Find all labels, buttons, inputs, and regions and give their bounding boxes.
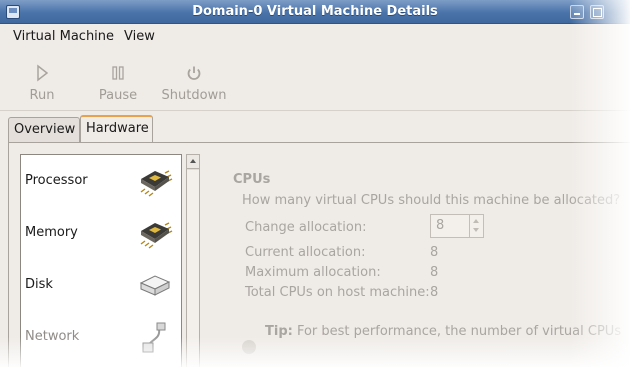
shutdown-button[interactable]: Shutdown [160,52,228,110]
tab-bar: Overview Hardware [0,113,630,143]
tip-label: Tip: [265,324,293,339]
tab-overview[interactable]: Overview [8,117,80,143]
hardware-item-network[interactable]: Network [21,311,181,363]
maximize-button[interactable] [590,5,604,19]
network-cable-icon [142,322,166,353]
vm-details-window: Domain-0 Virtual Machine Details Virtual… [0,0,630,367]
hardware-list-scrollbar[interactable] [186,154,200,367]
scrollbar-thumb[interactable] [187,170,199,367]
maximum-allocation-value: 8 [430,265,439,280]
hardware-item-label: Disk [25,277,53,292]
shutdown-label: Shutdown [161,88,227,103]
run-button[interactable]: Run [20,52,64,110]
total-cpus-label: Total CPUs on host machine: [245,285,430,300]
cpus-question: How many virtual CPUs should this machin… [242,193,621,208]
current-allocation-label: Current allocation: [245,245,366,260]
hardware-item-label: Memory [25,225,78,240]
current-allocation-value: 8 [430,245,439,260]
processor-chip-icon [140,170,173,197]
change-allocation-label: Change allocation: [245,220,367,235]
power-icon [187,66,201,80]
change-allocation-spinner[interactable]: 8 [430,214,484,238]
hardware-list[interactable]: Processor Memory Disk Network [20,154,182,367]
disk-drive-icon [139,275,171,296]
title-bar[interactable]: Domain-0 Virtual Machine Details [0,0,630,24]
minimize-button[interactable] [570,5,584,19]
performance-tip: Tip: For best performance, the number of… [265,324,621,339]
scroll-up-arrow-icon[interactable] [187,155,199,169]
maximum-allocation-label: Maximum allocation: [245,265,381,280]
play-icon [37,64,49,82]
hardware-item-label: Processor [25,173,88,188]
cpu-details-panel: CPUs How many virtual CPUs should this m… [222,150,630,367]
tab-hardware[interactable]: Hardware [80,115,153,143]
tip-text: For best performance, the number of virt… [296,324,622,339]
hardware-item-label: Network [25,329,80,344]
pause-icon [112,66,124,80]
cpus-heading: CPUs [233,172,271,187]
toolbar: Run Pause Shutdown [0,52,630,111]
menu-virtual-machine[interactable]: Virtual Machine [13,28,114,46]
window-title: Domain-0 Virtual Machine Details [192,4,438,19]
menu-bar: Virtual Machine View [0,25,630,49]
hardware-item-memory[interactable]: Memory [21,207,181,259]
spinner-arrows-icon[interactable] [469,215,483,237]
total-cpus-value: 8 [430,285,439,300]
hardware-item-disk[interactable]: Disk [21,259,181,311]
pause-label: Pause [98,88,138,103]
hardware-item-processor[interactable]: Processor [21,155,181,207]
menu-view[interactable]: View [124,28,155,46]
pause-button[interactable]: Pause [92,52,144,110]
memory-chip-icon [140,222,173,249]
info-icon [242,340,256,354]
change-allocation-value: 8 [436,218,445,233]
run-label: Run [29,88,55,103]
